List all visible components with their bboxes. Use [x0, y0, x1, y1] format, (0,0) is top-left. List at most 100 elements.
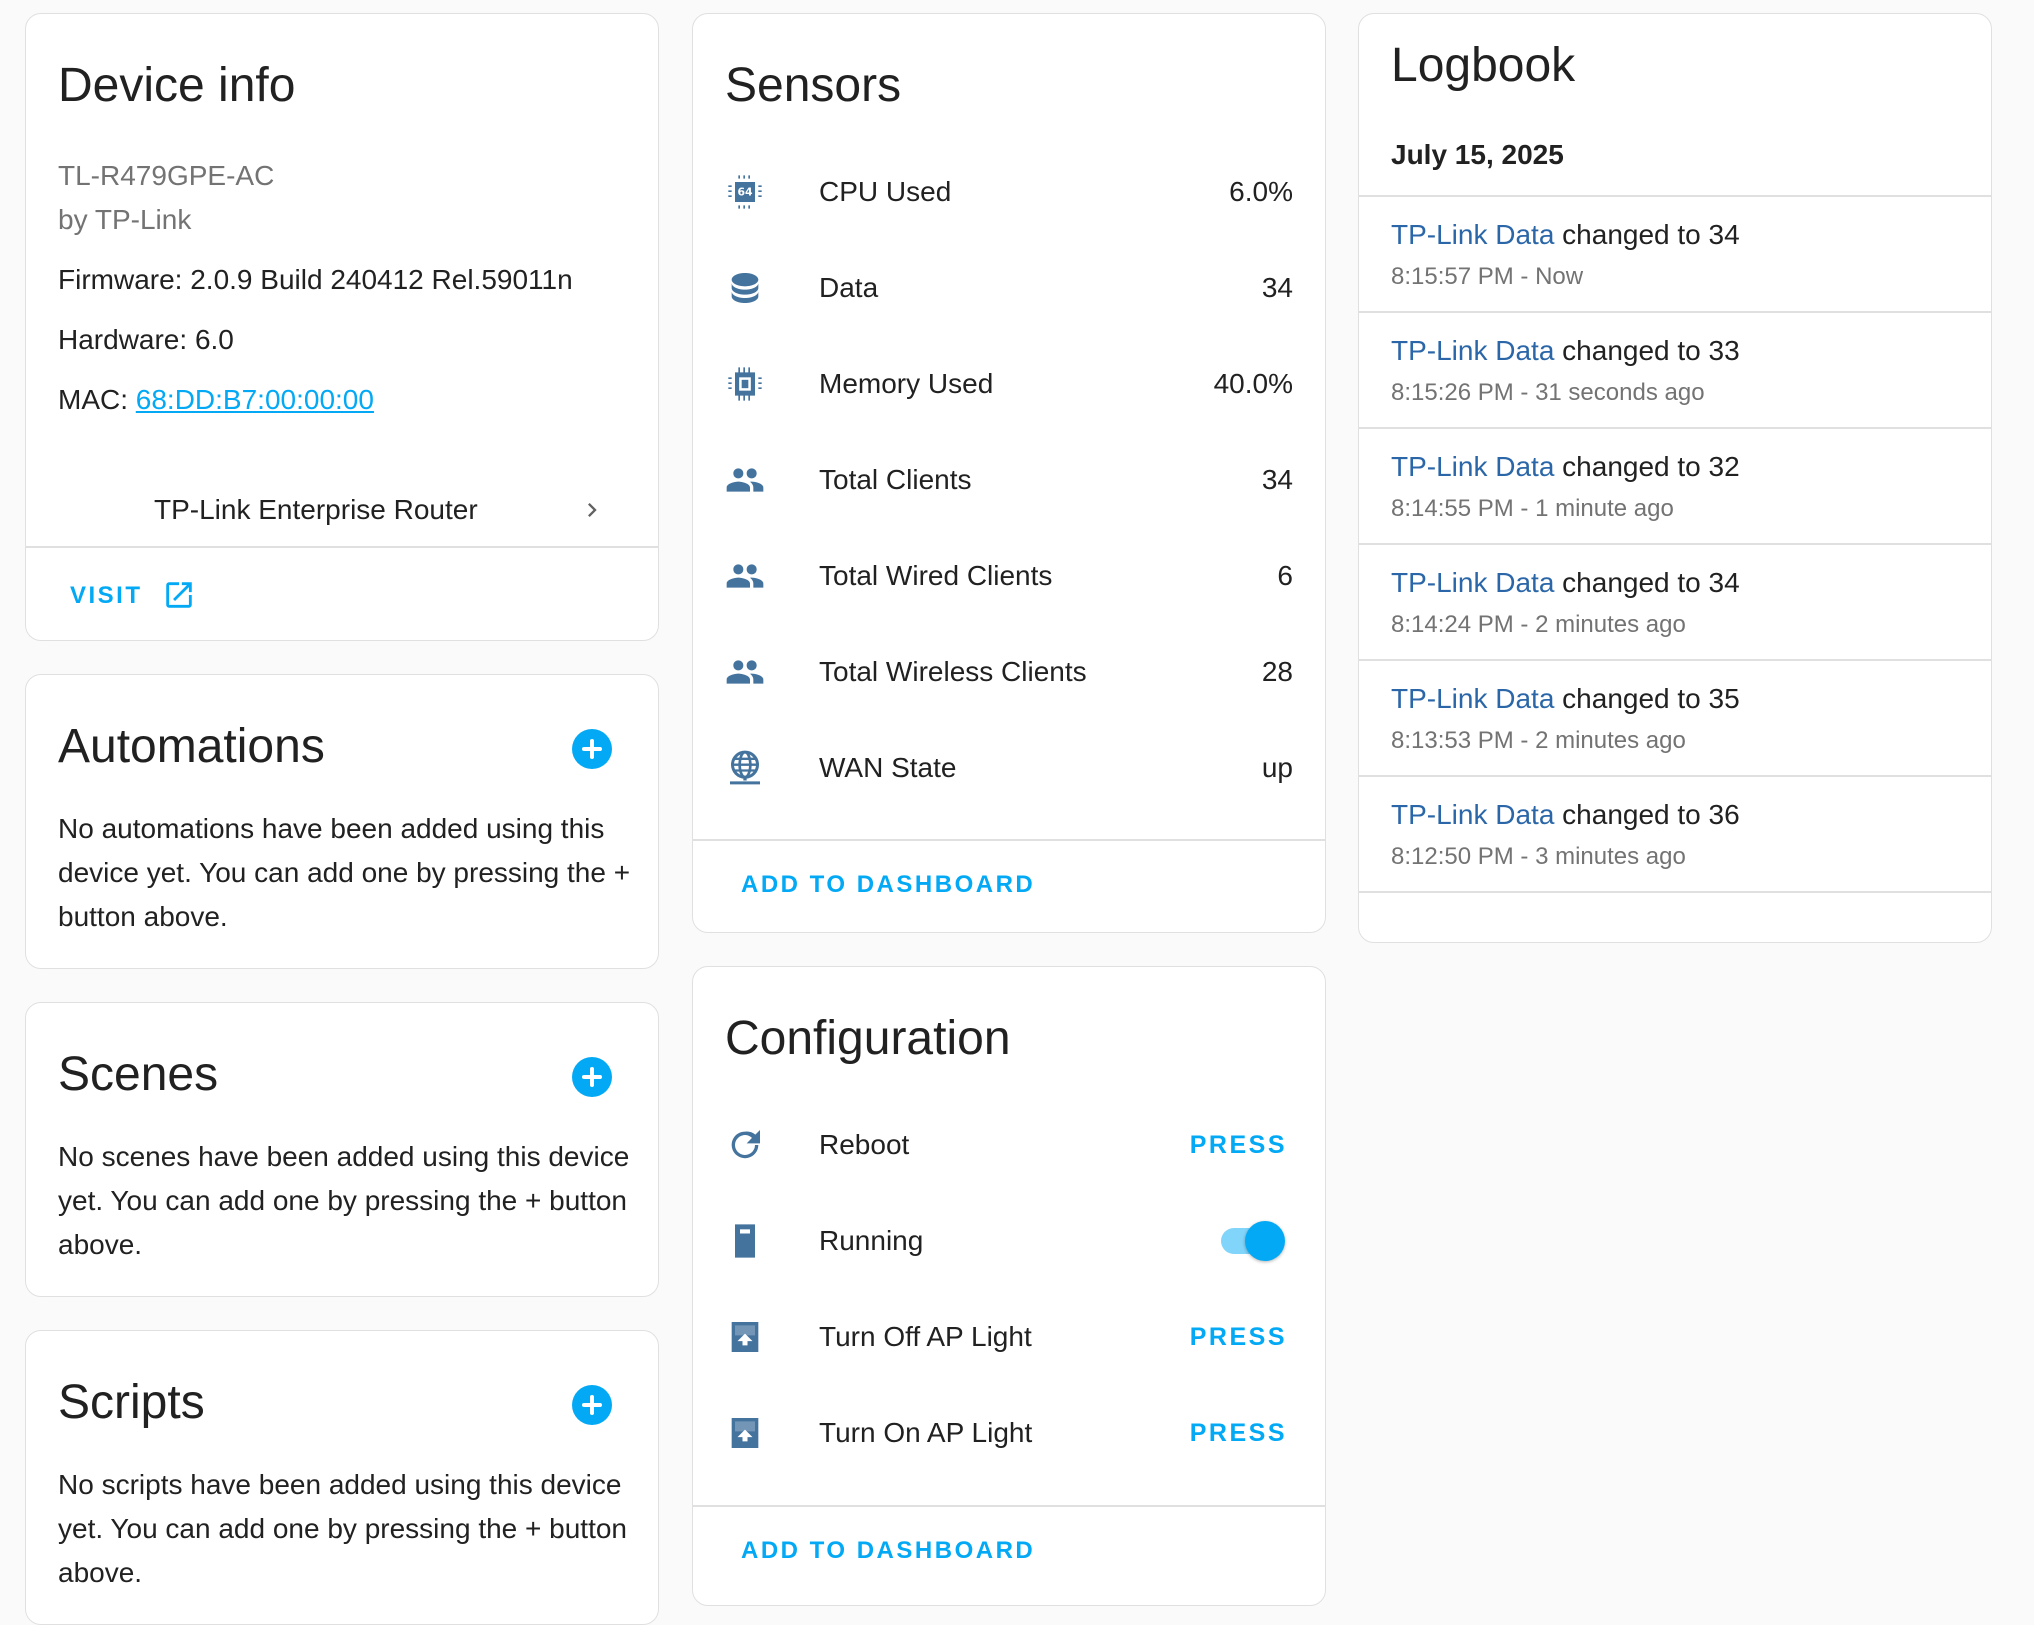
account-group-icon [726, 660, 764, 684]
log-time: 8:13:53 PM - 2 minutes ago [1391, 727, 1686, 754]
card-title: Configuration [725, 1012, 1011, 1065]
add-automation-button[interactable] [572, 729, 612, 769]
chevron-right-icon [588, 503, 597, 517]
sensor-label: CPU Used [819, 176, 952, 207]
log-time: 8:15:57 PM - Now [1391, 263, 1584, 290]
sensor-value: 40.0% [1213, 368, 1293, 399]
svg-text:64: 64 [737, 186, 753, 199]
divider [693, 839, 1325, 841]
sensor-row-total-wireless-clients[interactable]: Total Wireless Clients 28 [693, 624, 1325, 720]
card-title: Logbook [1391, 39, 1576, 92]
log-entity-link[interactable]: TP-Link Data [1391, 567, 1554, 598]
sensor-label: Total Clients [819, 464, 972, 495]
sensor-row-total-clients[interactable]: Total Clients 34 [693, 432, 1325, 528]
config-label: Running [819, 1225, 924, 1256]
cpu-64-icon: 64 [728, 175, 762, 209]
sensor-value: 34 [1261, 272, 1293, 303]
log-change-text: changed to 33 [1554, 335, 1740, 366]
press-button[interactable]: PRESS [1190, 1097, 1287, 1193]
log-entity-link[interactable]: TP-Link Data [1391, 335, 1554, 366]
restart-icon [731, 1130, 760, 1159]
database-icon [731, 273, 759, 303]
sensor-label: WAN State [819, 752, 957, 783]
divider [693, 1505, 1325, 1507]
sensor-row-total-wired-clients[interactable]: Total Wired Clients 6 [693, 528, 1325, 624]
card-title: Automations [58, 720, 325, 773]
log-change-text: changed to 36 [1554, 799, 1740, 830]
scenes-card: Scenes No scenes have been added using t… [25, 1002, 659, 1297]
chip-icon [728, 367, 762, 401]
log-change-text: changed to 35 [1554, 683, 1740, 714]
device-manufacturer: by TP-Link [58, 204, 192, 235]
log-entity-link[interactable]: TP-Link Data [1391, 799, 1554, 830]
device-info-card: Device info TL-R479GPE-AC by TP-Link Fir… [25, 13, 659, 641]
card-title: Scripts [58, 1376, 205, 1429]
sensor-value: up [1261, 752, 1293, 783]
empty-message: No scripts have been added using this de… [58, 1469, 627, 1588]
mac-link[interactable]: 68:DD:B7:00:00:00 [136, 384, 374, 415]
log-change-text: changed to 34 [1554, 567, 1740, 598]
open-in-new-icon [166, 582, 192, 608]
press-button[interactable]: PRESS [1190, 1289, 1287, 1385]
log-entry: TP-Link Data changed to 33 8:15:26 PM - … [1359, 313, 1991, 429]
config-label: Reboot [819, 1129, 910, 1160]
log-change-text: changed to 34 [1554, 219, 1740, 250]
log-entity-link[interactable]: TP-Link Data [1391, 451, 1554, 482]
add-to-dashboard-button[interactable]: ADD TO DASHBOARD [741, 871, 1035, 899]
log-message: TP-Link Data changed to 34 [1391, 567, 1740, 599]
inbox-arrow-up-icon [731, 1322, 759, 1352]
divider [26, 546, 658, 548]
log-entity-link[interactable]: TP-Link Data [1391, 683, 1554, 714]
press-button[interactable]: PRESS [1190, 1385, 1287, 1481]
via-device-item[interactable]: TP-Link Enterprise Router [26, 460, 658, 560]
config-label: Turn On AP Light [819, 1417, 1033, 1448]
via-device-label: TP-Link Enterprise Router [154, 494, 478, 525]
config-label: Turn Off AP Light [819, 1321, 1032, 1352]
sensor-row-wan-state[interactable]: WAN State up [693, 720, 1325, 816]
sensor-value: 34 [1261, 464, 1293, 495]
empty-message: No automations have been added using thi… [58, 813, 631, 932]
card-title: Scenes [58, 1048, 219, 1101]
sensor-label: Total Wired Clients [819, 560, 1053, 591]
visit-button[interactable]: VISIT [70, 574, 210, 622]
firmware-text: Firmware: 2.0.9 Build 240412 Rel.59011n [58, 264, 573, 295]
mac-row: MAC: 68:DD:B7:00:00:00 [58, 378, 374, 422]
account-group-icon [726, 468, 764, 492]
web-icon [730, 750, 760, 785]
running-toggle-knob[interactable] [1245, 1221, 1285, 1261]
account-group-icon [726, 564, 764, 588]
log-change-text: changed to 32 [1554, 451, 1740, 482]
log-time: 8:12:50 PM - 3 minutes ago [1391, 843, 1686, 870]
sensor-row-memory-used[interactable]: Memory Used 40.0% [693, 336, 1325, 432]
automations-card: Automations No automations have been add… [25, 674, 659, 969]
log-message: TP-Link Data changed to 33 [1391, 335, 1740, 367]
log-message: TP-Link Data changed to 34 [1391, 219, 1740, 251]
sensors-card: Sensors 64 CPU Used 6.0% Data 34 Memory … [692, 13, 1326, 933]
log-entry: TP-Link Data changed to 34 8:15:57 PM - … [1359, 197, 1991, 313]
log-message: TP-Link Data changed to 35 [1391, 683, 1740, 715]
log-entry: TP-Link Data changed to 32 8:14:55 PM - … [1359, 429, 1991, 545]
config-row-reboot: Reboot PRESS [693, 1097, 1325, 1193]
sensor-value: 6.0% [1229, 176, 1293, 207]
config-row-turn-off-ap-light: Turn Off AP Light PRESS [693, 1289, 1325, 1385]
add-scene-button[interactable] [572, 1057, 612, 1097]
log-message: TP-Link Data changed to 36 [1391, 799, 1740, 831]
log-time: 8:14:55 PM - 1 minute ago [1391, 495, 1674, 522]
door-icon [735, 1224, 755, 1258]
card-title: Sensors [725, 59, 902, 112]
sensor-label: Data [819, 272, 879, 303]
add-script-button[interactable] [572, 1385, 612, 1425]
log-entity-link[interactable]: TP-Link Data [1391, 219, 1554, 250]
sensor-row-cpu-used[interactable]: 64 CPU Used 6.0% [693, 144, 1325, 240]
sensor-value: 28 [1261, 656, 1293, 687]
divider [1359, 891, 1991, 893]
visit-label: VISIT [70, 582, 143, 609]
hardware-text: Hardware: 6.0 [58, 324, 234, 355]
log-time: 8:14:24 PM - 2 minutes ago [1391, 611, 1686, 638]
configuration-card: Configuration Reboot PRESS Running Turn … [692, 966, 1326, 1606]
sensor-value: 6 [1277, 560, 1293, 591]
sensor-row-data[interactable]: Data 34 [693, 240, 1325, 336]
add-to-dashboard-button[interactable]: ADD TO DASHBOARD [741, 1537, 1035, 1565]
scripts-card: Scripts No scripts have been added using… [25, 1330, 659, 1625]
card-title: Device info [58, 59, 296, 112]
